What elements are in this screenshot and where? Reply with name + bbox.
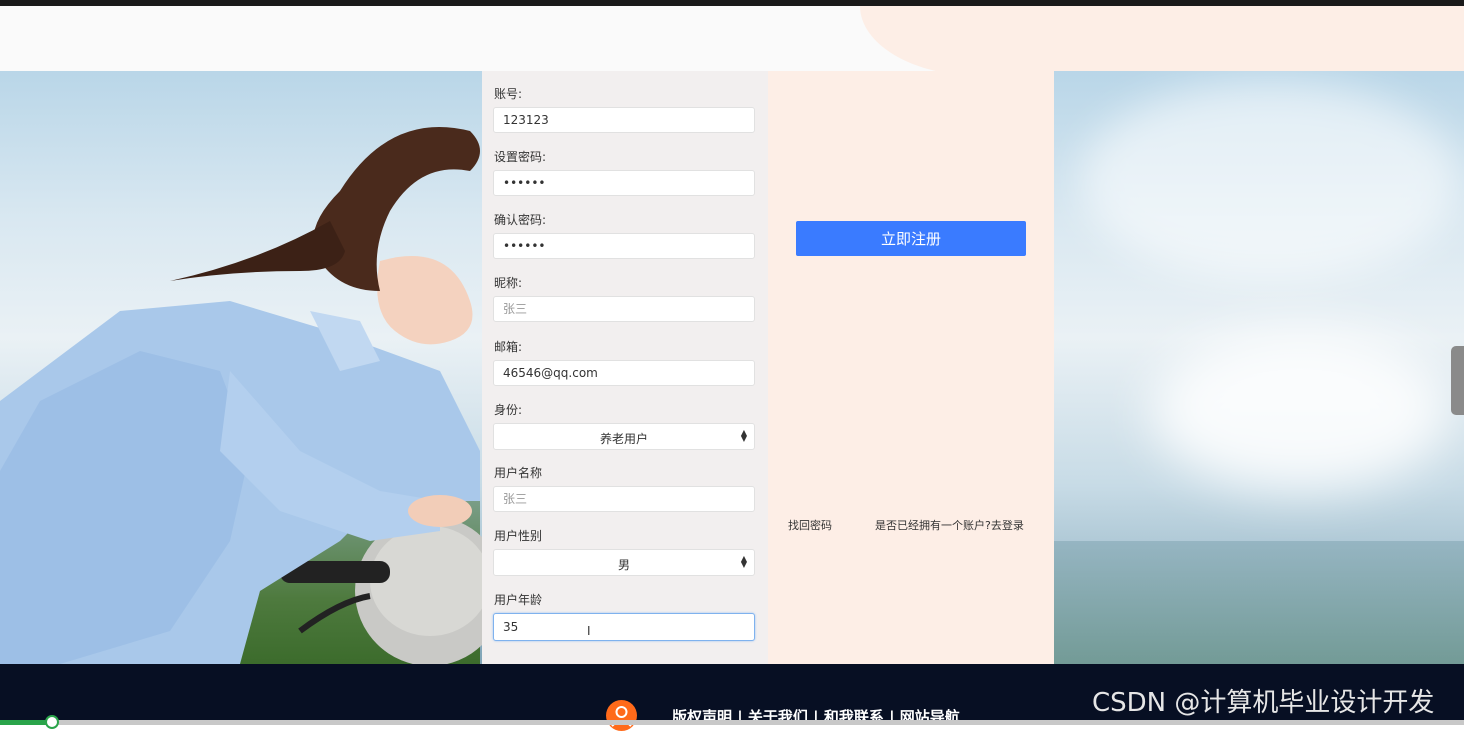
- registration-form: 账号: 设置密码: 确认密码: 昵称: 邮箱: 身份: 养老用户 ▲▼ 用户名称…: [482, 71, 768, 664]
- register-button[interactable]: 立即注册: [796, 221, 1026, 256]
- gender-label: 用户性别: [494, 529, 543, 543]
- find-password-link[interactable]: 找回密码: [788, 517, 832, 533]
- progress-knob[interactable]: [45, 715, 59, 729]
- side-scroll-handle[interactable]: [1451, 346, 1464, 415]
- identity-selected-value: 养老用户: [599, 432, 648, 446]
- password-label: 设置密码:: [494, 150, 547, 164]
- user-icon[interactable]: [606, 700, 637, 731]
- login-link[interactable]: 是否已经拥有一个账户?去登录: [875, 517, 1024, 533]
- username-label: 用户名称: [494, 466, 543, 480]
- account-label: 账号:: [494, 87, 523, 101]
- age-label: 用户年龄: [494, 593, 543, 607]
- nurse-illustration: [0, 127, 482, 664]
- email-input[interactable]: [493, 360, 755, 386]
- nickname-input[interactable]: [493, 296, 755, 322]
- text-cursor-icon: I: [587, 624, 591, 638]
- cloud-decoration: [1080, 81, 1460, 281]
- watermark: CSDN @计算机毕业设计开发: [1092, 688, 1435, 718]
- account-input[interactable]: [493, 107, 755, 133]
- username-input[interactable]: [493, 486, 755, 512]
- hill-decoration: [1054, 541, 1464, 664]
- identity-label: 身份:: [494, 403, 523, 417]
- select-arrows-icon: ▲ ▼: [740, 428, 747, 443]
- progress-track: [0, 715, 1464, 729]
- header-decoration: [860, 6, 1464, 71]
- cloud-decoration: [1150, 331, 1450, 491]
- side-panel: 立即注册 找回密码 是否已经拥有一个账户?去登录: [768, 71, 1054, 664]
- confirm-password-label: 确认密码:: [494, 213, 547, 227]
- password-input[interactable]: [493, 170, 755, 196]
- identity-select[interactable]: 养老用户 ▲ ▼: [493, 423, 755, 450]
- confirm-password-input[interactable]: [493, 233, 755, 259]
- gender-select[interactable]: 男 ▲ ▼: [493, 549, 755, 576]
- gender-selected-value: 男: [617, 558, 630, 572]
- age-input[interactable]: [493, 613, 755, 641]
- header: [0, 6, 1464, 71]
- select-arrows-icon: ▲ ▼: [740, 554, 747, 569]
- nickname-label: 昵称:: [494, 276, 523, 290]
- email-label: 邮箱:: [494, 340, 523, 354]
